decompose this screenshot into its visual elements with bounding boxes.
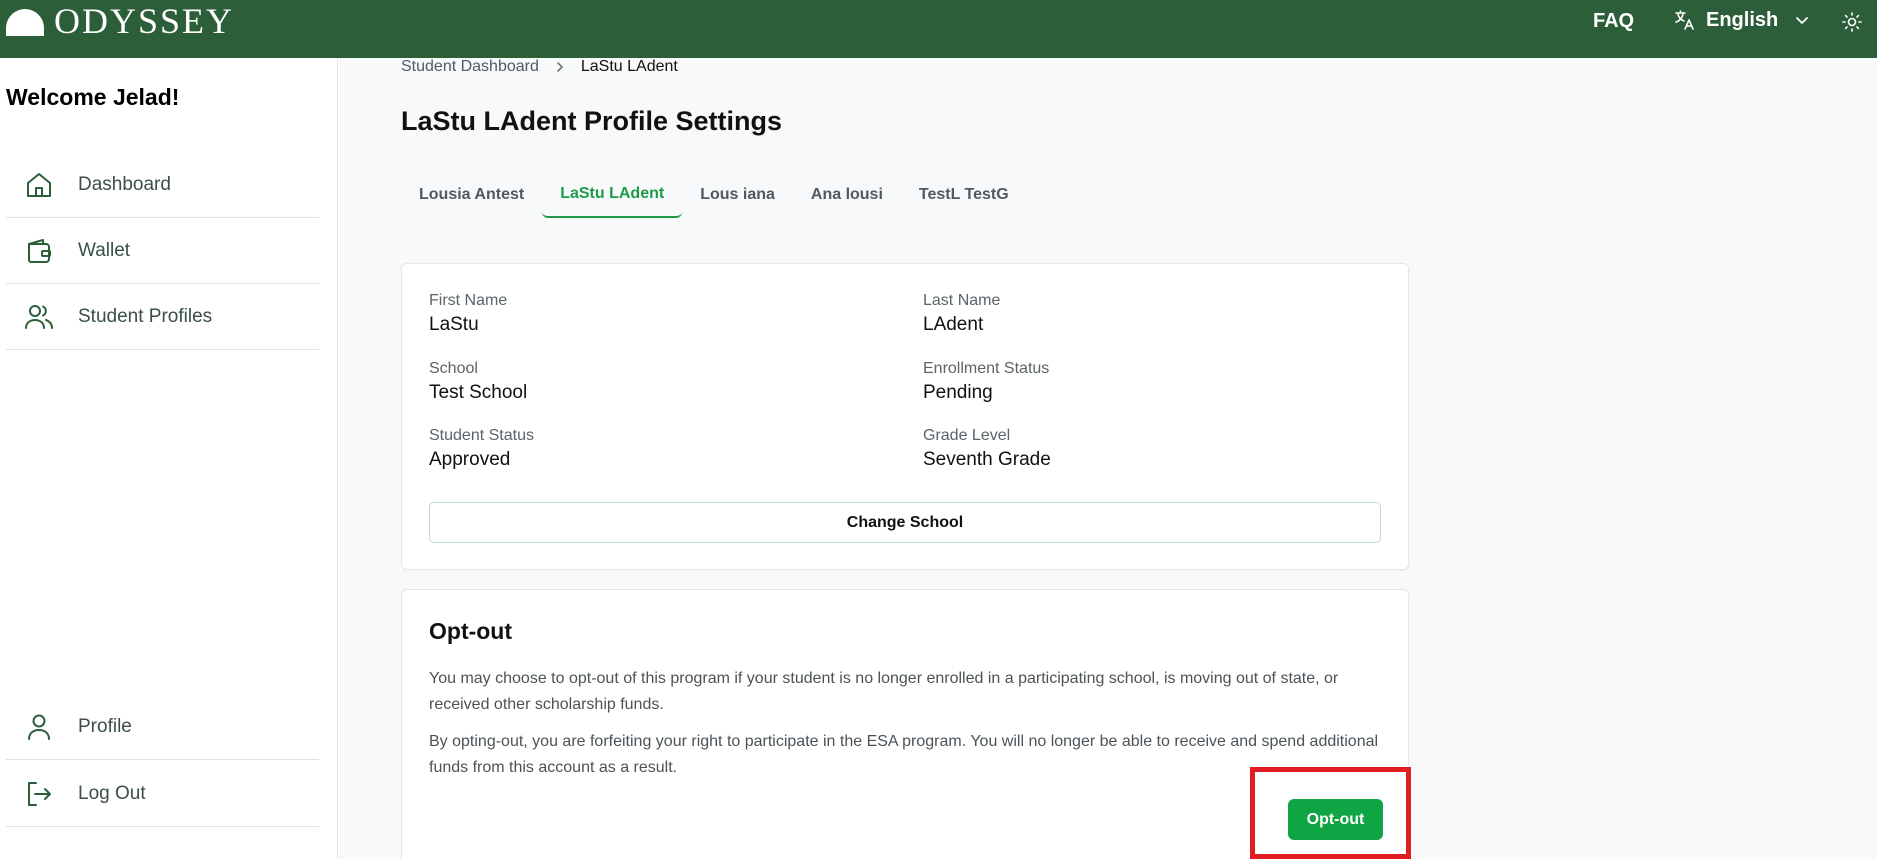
enrollment-status-label: Enrollment Status: [923, 360, 1050, 377]
page-title: LaStu LAdent Profile Settings: [401, 106, 783, 136]
last-name-field: Last Name LAdent: [923, 292, 1000, 336]
opt-out-warning: By opting-out, you are forfeiting your r…: [429, 733, 1379, 776]
first-name-value: LaStu: [429, 314, 479, 335]
sidebar-item-student-profiles[interactable]: Student Profiles: [6, 284, 319, 350]
school-value: Test School: [429, 382, 528, 403]
sidebar-item-label: Profile: [78, 715, 132, 737]
tab-testl-testg[interactable]: TestL TestG: [901, 172, 1027, 218]
sidebar-item-label: Log Out: [78, 782, 146, 804]
first-name-label: First Name: [429, 292, 508, 309]
enrollment-status-value: Pending: [923, 382, 993, 403]
tab-lousia-antest[interactable]: Lousia Antest: [401, 172, 542, 218]
student-tabs: Lousia Antest LaStu LAdent Lous iana Ana…: [401, 172, 1027, 218]
sidebar-item-dashboard[interactable]: Dashboard: [6, 152, 319, 218]
home-icon: [27, 172, 51, 197]
enrollment-status-field: Enrollment Status Pending: [923, 360, 1049, 404]
grade-level-label: Grade Level: [923, 427, 1011, 444]
tab-lous-iana[interactable]: Lous iana: [682, 172, 793, 218]
language-selector[interactable]: English: [1672, 8, 1810, 32]
profile-info-card: First Name LaStu Last Name LAdent School…: [401, 263, 1409, 570]
sidebar: Welcome Jelad! Dashboard Wallet Student …: [0, 58, 338, 859]
brand-name: ODYSSEY: [54, 1, 235, 41]
grade-level-value: Seventh Grade: [923, 449, 1051, 470]
sidebar-item-label: Wallet: [78, 239, 131, 261]
breadcrumb-link-student-dashboard[interactable]: Student Dashboard: [401, 58, 539, 76]
student-status-field: Student Status Approved: [429, 427, 534, 471]
user-icon: [28, 714, 50, 740]
chevron-down-icon: [1796, 17, 1809, 24]
sidebar-item-profile[interactable]: Profile: [6, 694, 319, 760]
sidebar-item-label: Dashboard: [78, 173, 171, 195]
first-name-field: First Name LaStu: [429, 292, 507, 336]
last-name-value: LAdent: [923, 314, 984, 335]
school-label: School: [429, 360, 478, 377]
faq-link[interactable]: FAQ: [1593, 10, 1634, 33]
tab-ana-lousi[interactable]: Ana lousi: [793, 172, 901, 218]
welcome-message: Welcome Jelad!: [6, 84, 180, 110]
logout-icon: [28, 781, 51, 806]
sidebar-item-wallet[interactable]: Wallet: [6, 218, 319, 284]
breadcrumb: Student Dashboard LaStu LAdent: [401, 58, 678, 76]
sidebar-item-logout[interactable]: Log Out: [6, 761, 319, 827]
tab-lastu-ladent[interactable]: LaStu LAdent: [542, 172, 683, 218]
opt-out-title: Opt-out: [429, 618, 513, 644]
last-name-label: Last Name: [923, 292, 1001, 309]
wallet-icon: [28, 238, 51, 263]
language-label: English: [1706, 8, 1779, 31]
grade-level-field: Grade Level Seventh Grade: [923, 427, 1051, 471]
opt-out-description: You may choose to opt-out of this progra…: [429, 670, 1339, 713]
student-status-label: Student Status: [429, 427, 534, 444]
sidebar-item-label: Student Profiles: [78, 305, 213, 327]
main-content: Student Dashboard LaStu LAdent LaStu LAd…: [339, 58, 1877, 859]
breadcrumb-current: LaStu LAdent: [580, 58, 678, 75]
change-school-button[interactable]: Change School: [429, 502, 1381, 543]
logo-arch-icon: [6, 9, 44, 36]
chevron-right-icon: [557, 62, 564, 72]
odyssey-logo[interactable]: ODYSSEY: [4, 1, 235, 41]
highlight-box: [1250, 767, 1411, 859]
top-nav-bar: ODYSSEY FAQ English: [0, 0, 1877, 58]
translate-icon: [1675, 10, 1694, 30]
users-icon: [25, 304, 53, 329]
student-status-value: Approved: [429, 449, 511, 470]
sun-icon[interactable]: [1840, 10, 1864, 34]
school-field: School Test School: [429, 360, 527, 404]
